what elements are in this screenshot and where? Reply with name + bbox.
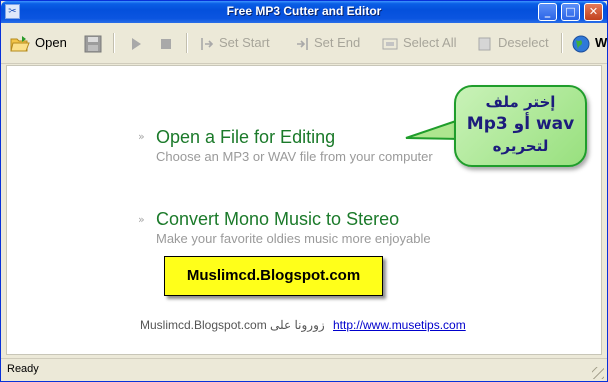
set-start-button[interactable]: Set Start xyxy=(200,32,270,54)
task-open-file[interactable]: Open a File for Editing Choose an MP3 or… xyxy=(156,127,433,164)
maximize-button[interactable]: □ xyxy=(561,3,580,21)
toolbar-separator xyxy=(561,33,563,53)
blog-banner: Muslimcd.Blogspot.com xyxy=(164,256,383,296)
chevron-right-icon: » xyxy=(138,130,145,143)
web-button[interactable]: W xyxy=(572,32,607,54)
arabic-callout: إختر ملف wav أو Mp3 لتحريره xyxy=(454,85,587,167)
toolbar: Open Set Start Set End Select All Desele… xyxy=(1,23,607,64)
folder-open-icon xyxy=(10,35,30,52)
chevron-right-icon: » xyxy=(138,213,145,226)
task-convert-mono[interactable]: Convert Mono Music to Stereo Make your f… xyxy=(156,209,431,246)
app-window: ✂ Free MP3 Cutter and Editor _ □ ✕ Open xyxy=(0,0,608,382)
save-button[interactable] xyxy=(84,32,107,54)
toolbar-separator xyxy=(113,33,115,53)
select-all-icon xyxy=(382,38,398,50)
callout-line: إختر ملف xyxy=(485,93,556,111)
stop-button[interactable] xyxy=(159,32,178,54)
web-label: W xyxy=(595,35,608,50)
status-text: Ready xyxy=(7,363,39,375)
globe-icon xyxy=(572,35,590,53)
minimize-button[interactable]: _ xyxy=(538,3,557,21)
deselect-button[interactable]: Deselect xyxy=(477,32,549,54)
callout-line: wav أو Mp3 xyxy=(466,114,575,134)
set-end-button[interactable]: Set End xyxy=(295,32,360,54)
resize-grip-icon[interactable] xyxy=(592,367,604,379)
set-end-icon xyxy=(297,37,308,50)
deselect-label: Deselect xyxy=(498,35,549,50)
select-all-button[interactable]: Select All xyxy=(382,32,456,54)
close-button[interactable]: ✕ xyxy=(584,3,603,21)
select-all-label: Select All xyxy=(403,35,457,50)
set-start-label: Set Start xyxy=(219,35,270,50)
footer-text: Muslimcd.Blogspot.com زورونا على xyxy=(140,318,325,332)
save-icon xyxy=(84,35,102,53)
window-title: Free MP3 Cutter and Editor xyxy=(226,4,382,18)
task-subtitle: Make your favorite oldies music more enj… xyxy=(156,231,431,246)
callout-line: لتحريره xyxy=(492,137,549,155)
play-button[interactable] xyxy=(129,32,148,54)
toolbar-separator xyxy=(186,33,188,53)
task-subtitle: Choose an MP3 or WAV file from your comp… xyxy=(156,149,433,164)
open-button[interactable]: Open xyxy=(10,32,67,54)
title-bar[interactable]: ✂ Free MP3 Cutter and Editor _ □ ✕ xyxy=(1,1,607,23)
open-label: Open xyxy=(35,35,67,50)
task-title[interactable]: Open a File for Editing xyxy=(156,127,433,148)
set-end-label: Set End xyxy=(314,35,361,50)
play-icon xyxy=(132,37,141,50)
stop-icon xyxy=(161,38,171,49)
set-start-icon xyxy=(201,37,214,50)
website-link[interactable]: http://www.musetips.com xyxy=(333,318,466,332)
status-bar: Ready xyxy=(1,358,607,381)
deselect-icon xyxy=(478,37,491,51)
task-title[interactable]: Convert Mono Music to Stereo xyxy=(156,209,431,230)
